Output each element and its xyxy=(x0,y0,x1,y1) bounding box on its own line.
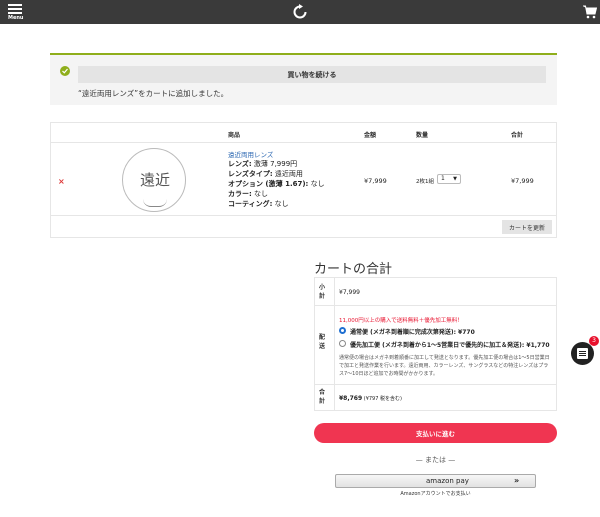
product-thumbnail[interactable]: 遠近 xyxy=(122,148,186,212)
shipping-standard-radio[interactable] xyxy=(339,327,346,334)
product-name-link[interactable]: 遠近両用レンズ xyxy=(228,149,273,159)
quantity-unit-label: 2枚1組 xyxy=(416,179,434,185)
or-separator: — または — xyxy=(415,456,456,464)
total-value: ¥8,769 (¥797 税を含む) xyxy=(339,395,402,402)
chevron-down-icon: ▼ xyxy=(453,176,457,182)
top-bar: Menu xyxy=(0,0,600,24)
totals-divider xyxy=(315,305,556,306)
subtotal-value: ¥7,999 xyxy=(339,289,360,296)
menu-button[interactable]: Menu xyxy=(8,4,24,22)
remove-item-icon[interactable]: × xyxy=(58,177,65,186)
added-to-cart-notice: 買い物を続ける “遠近両用レンズ”をカートに追加しました。 xyxy=(50,53,557,105)
header-subtotal: 合計 xyxy=(511,132,524,139)
refresh-logo-icon[interactable] xyxy=(291,3,309,21)
cart-icon[interactable] xyxy=(583,5,597,19)
notice-message: “遠近両用レンズ”をカートに追加しました。 xyxy=(78,89,229,98)
shipping-note: 通常便の場合はメガネ到着順番に加工して発送となります。優先加工便の場合は1～5日… xyxy=(339,355,550,377)
cart-totals-title: カートの合計 xyxy=(314,262,393,277)
chat-badge: 3 xyxy=(589,336,599,346)
product-detail-option: オプション (激薄 1.67): なし xyxy=(228,180,325,188)
header-price: 金額 xyxy=(364,132,377,139)
table-divider xyxy=(51,215,556,216)
shipping-priority-radio[interactable] xyxy=(339,340,346,347)
double-chevron-right-icon: » xyxy=(514,476,520,485)
success-check-icon xyxy=(60,66,70,76)
amazon-pay-logo: amazon pay xyxy=(426,477,469,485)
update-cart-button[interactable]: カートを更新 xyxy=(502,220,552,234)
product-detail-color: カラー: なし xyxy=(228,190,269,198)
menu-label: Menu xyxy=(8,15,24,21)
amazon-pay-button[interactable]: amazon pay » xyxy=(335,474,536,488)
quantity-select[interactable]: 1 ▼ xyxy=(437,174,461,184)
item-price: ¥7,999 xyxy=(364,177,387,185)
cart-table: 商品 金額 数量 合計 × 遠近 遠近両用レンズ レンズ: 激薄 7,999円 … xyxy=(50,122,557,238)
totals-divider xyxy=(315,384,556,385)
product-detail-coating: コーティング: なし xyxy=(228,200,289,208)
subtotal-label: 小計 xyxy=(319,284,326,300)
product-detail-lens-type: レンズタイプ: 遠近両用 xyxy=(228,170,303,178)
tax-note: (¥797 税を含む) xyxy=(362,396,402,402)
hamburger-icon xyxy=(8,4,24,14)
thumbnail-text: 遠近 xyxy=(139,171,170,189)
thumbnail-smile-icon xyxy=(143,199,167,207)
shipping-priority-label[interactable]: 優先加工便 (メガネ到着から1～5営業日で優先的に加工＆発送): ¥1,770 xyxy=(350,340,550,349)
shipping-standard-label[interactable]: 通常便 (メガネ到着順に完成次第発送): ¥770 xyxy=(350,327,475,336)
product-detail-lens: レンズ: 激薄 7,999円 xyxy=(228,160,298,168)
total-label: 合計 xyxy=(319,389,326,405)
free-shipping-promo: 11,000円以上の購入で送料無料＋優先加工無料！ xyxy=(339,318,463,324)
chat-button[interactable] xyxy=(571,342,594,365)
table-divider xyxy=(51,142,556,143)
header-quantity: 数量 xyxy=(416,132,429,139)
totals-column-divider xyxy=(334,278,335,410)
amazon-pay-caption: Amazonアカウントでお支払い xyxy=(400,491,471,497)
header-product: 商品 xyxy=(228,132,241,139)
shipping-label: 配送 xyxy=(319,334,326,350)
item-subtotal: ¥7,999 xyxy=(511,177,534,185)
cart-totals-box: 小計 ¥7,999 配送 11,000円以上の購入で送料無料＋優先加工無料！ 通… xyxy=(314,277,557,411)
chat-list-icon xyxy=(577,348,588,359)
continue-shopping-button[interactable]: 買い物を続ける xyxy=(78,66,546,83)
proceed-to-checkout-button[interactable]: 支払いに進む xyxy=(314,423,557,443)
